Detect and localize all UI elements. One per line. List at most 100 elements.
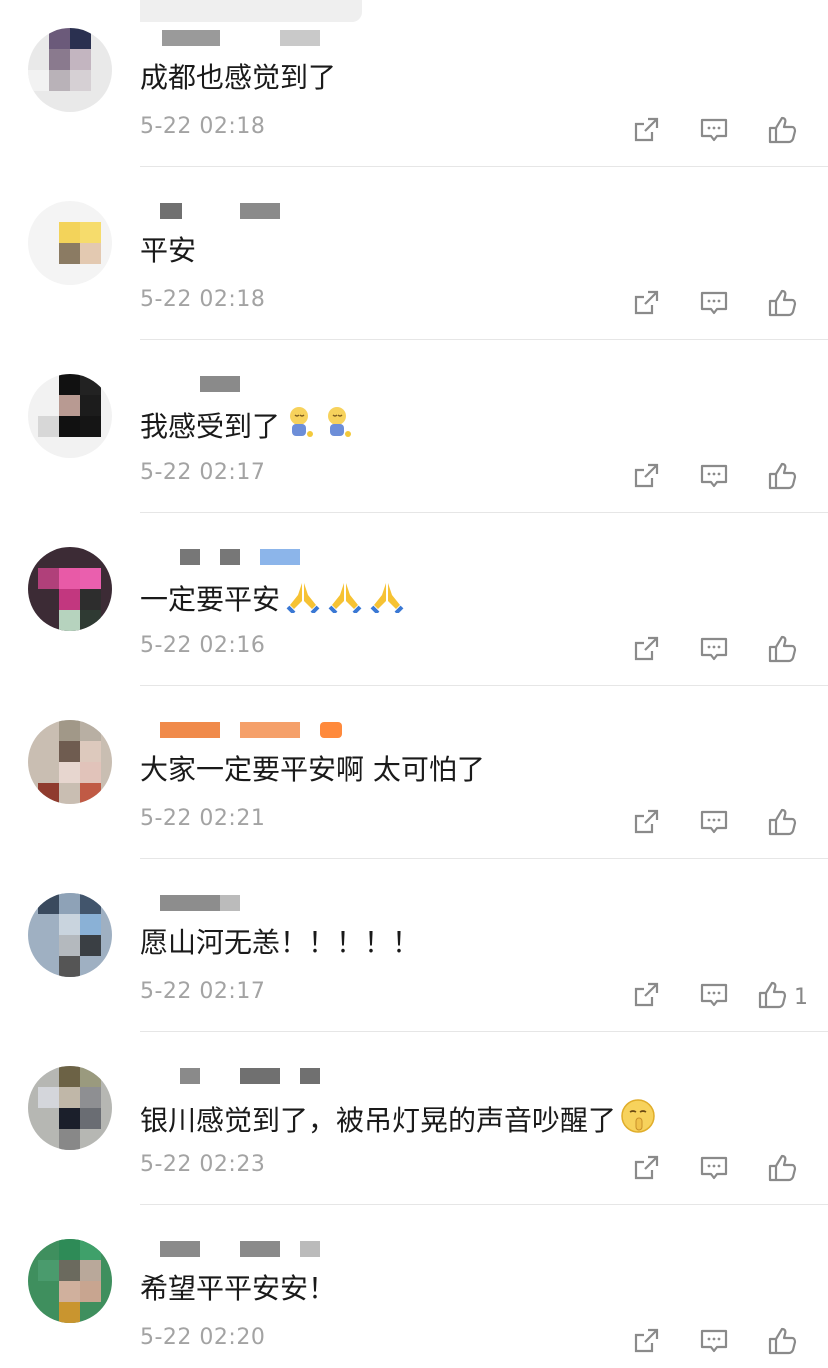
comment-time: 5-22 02:21 [140, 806, 266, 831]
comment-time: 5-22 02:20 [140, 1325, 266, 1350]
comment-item: 大家一定要平安啊 太可怕了 5-22 02:21 [0, 686, 828, 859]
comment-icon [698, 806, 730, 842]
comment-time: 5-22 02:16 [140, 633, 266, 658]
comment-text: 一定要平安 [140, 579, 406, 622]
thumbs-up-icon [766, 1152, 798, 1188]
share-button[interactable] [626, 1150, 666, 1190]
shushing-face-emoji [620, 1098, 656, 1143]
like-button[interactable] [762, 112, 802, 152]
like-button[interactable] [762, 1150, 802, 1190]
comment-actions [598, 112, 802, 152]
like-button[interactable] [762, 1323, 802, 1363]
like-button[interactable]: 1 [758, 977, 808, 1017]
comment-icon [698, 114, 730, 150]
comment-item: 平安 5-22 02:18 [0, 167, 828, 340]
reply-button[interactable] [694, 112, 734, 152]
avatar[interactable] [28, 893, 112, 977]
comment-text: 平安 [140, 234, 197, 267]
like-button[interactable] [762, 285, 802, 325]
thumbs-up-icon [766, 114, 798, 150]
avatar[interactable] [28, 201, 112, 285]
share-icon [630, 287, 662, 323]
like-count: 1 [794, 984, 808, 1010]
comment-actions [598, 804, 802, 844]
comment-icon [698, 979, 730, 1015]
comment-text: 我感受到了 [140, 406, 356, 449]
reply-button[interactable] [694, 1150, 734, 1190]
comment-text: 成都也感觉到了 [140, 61, 337, 94]
username[interactable] [140, 716, 380, 742]
comment-actions [598, 1323, 802, 1363]
avatar[interactable] [28, 374, 112, 458]
reply-button[interactable] [694, 804, 734, 844]
comment-icon [698, 287, 730, 323]
reply-button[interactable] [694, 285, 734, 325]
comment-icon [698, 633, 730, 669]
folded-hands-emoji [284, 579, 322, 622]
thumbs-up-icon [766, 460, 798, 496]
comment-icon [698, 460, 730, 496]
share-button[interactable] [626, 285, 666, 325]
folded-hands-emoji [326, 579, 364, 622]
reply-button[interactable] [694, 631, 734, 671]
share-icon [630, 1325, 662, 1361]
comment-icon [698, 1325, 730, 1361]
reply-button[interactable] [694, 1323, 734, 1363]
username[interactable] [140, 370, 380, 396]
share-button[interactable] [626, 458, 666, 498]
username[interactable] [140, 197, 380, 223]
comment-item: 我感受到了 5-22 02:17 [0, 340, 828, 513]
share-button[interactable] [626, 112, 666, 152]
like-button[interactable] [762, 804, 802, 844]
share-icon [630, 633, 662, 669]
username[interactable] [140, 889, 380, 915]
praying-boy-emoji [322, 406, 356, 449]
comment-actions [598, 1150, 802, 1190]
thumbs-up-icon [766, 287, 798, 323]
reply-button[interactable] [694, 977, 734, 1017]
share-button[interactable] [626, 1323, 666, 1363]
comment-actions [598, 631, 802, 671]
thumbs-up-icon [766, 806, 798, 842]
comment-text: 愿山河无恙！！！！！ [140, 926, 421, 959]
share-icon [630, 979, 662, 1015]
comment-actions [598, 285, 802, 325]
comment-time: 5-22 02:18 [140, 114, 266, 139]
thumbs-up-icon [766, 633, 798, 669]
comment-time: 5-22 02:23 [140, 1152, 266, 1177]
comment-text: 银川感觉到了，被吊灯晃的声音吵醒了 [140, 1098, 656, 1143]
avatar[interactable] [28, 720, 112, 804]
comment-item: 一定要平安 5-22 02:16 [0, 513, 828, 686]
comment-text: 希望平平安安！ [140, 1272, 337, 1305]
username[interactable] [140, 1062, 380, 1088]
reply-button[interactable] [694, 458, 734, 498]
folded-hands-emoji [368, 579, 406, 622]
username[interactable] [140, 543, 380, 569]
share-icon [630, 114, 662, 150]
share-button[interactable] [626, 977, 666, 1017]
comment-time: 5-22 02:18 [140, 287, 266, 312]
comment-text: 大家一定要平安啊 太可怕了 [140, 753, 485, 786]
avatar[interactable] [28, 547, 112, 631]
comment-item: 希望平平安安！ 5-22 02:20 [0, 1205, 828, 1368]
comment-actions [598, 458, 802, 498]
comment-item: 成都也感觉到了 5-22 02:18 [0, 0, 828, 167]
thumbs-up-icon [766, 1325, 798, 1361]
comment-actions: 1 [598, 977, 808, 1017]
comment-item: 银川感觉到了，被吊灯晃的声音吵醒了 5-22 02:23 [0, 1032, 828, 1205]
avatar[interactable] [28, 1066, 112, 1150]
thumbs-up-icon [756, 979, 788, 1015]
username[interactable] [140, 24, 380, 50]
share-button[interactable] [626, 631, 666, 671]
comment-time: 5-22 02:17 [140, 460, 266, 485]
avatar[interactable] [28, 28, 112, 112]
like-button[interactable] [762, 631, 802, 671]
share-icon [630, 460, 662, 496]
share-icon [630, 806, 662, 842]
username[interactable] [140, 1235, 380, 1261]
share-button[interactable] [626, 804, 666, 844]
like-button[interactable] [762, 458, 802, 498]
praying-boy-emoji [284, 406, 318, 449]
avatar[interactable] [28, 1239, 112, 1323]
share-icon [630, 1152, 662, 1188]
